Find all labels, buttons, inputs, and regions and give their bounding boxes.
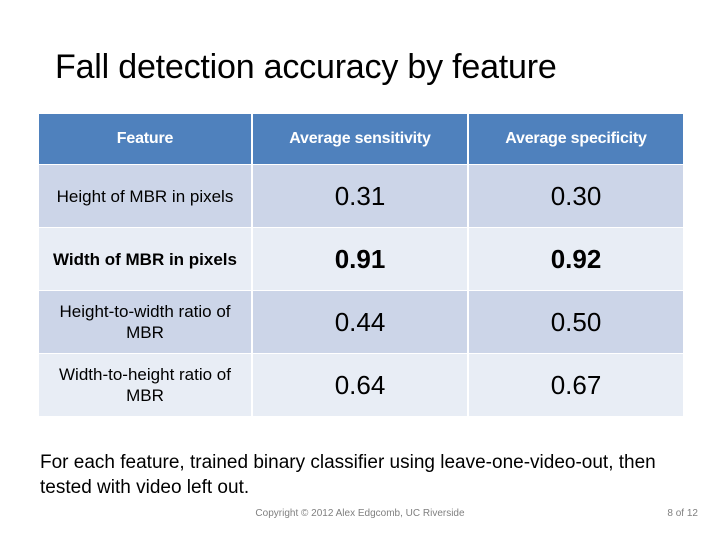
column-header-average-sensitivity: Average sensitivity (253, 114, 467, 164)
cell-feature: Width-to-height ratio of MBR (39, 354, 251, 416)
cell-average-sensitivity: 0.64 (253, 354, 467, 416)
cell-average-sensitivity: 0.91 (253, 228, 467, 290)
cell-average-sensitivity: 0.31 (253, 165, 467, 227)
cell-average-specificity: 0.92 (469, 228, 683, 290)
copyright-notice: Copyright © 2012 Alex Edgcomb, UC Rivers… (255, 508, 465, 519)
cell-feature: Width of MBR in pixels (39, 228, 251, 290)
cell-feature: Height of MBR in pixels (39, 165, 251, 227)
page-title: Fall detection accuracy by feature (55, 48, 557, 86)
cell-average-specificity: 0.30 (469, 165, 683, 227)
column-header-average-specificity: Average specificity (469, 114, 683, 164)
table-header-row: Feature Average sensitivity Average spec… (39, 114, 683, 164)
table-row: Height of MBR in pixels 0.31 0.30 (39, 165, 683, 227)
table-row: Width-to-height ratio of MBR 0.64 0.67 (39, 354, 683, 416)
cell-average-sensitivity: 0.44 (253, 291, 467, 353)
table-row: Width of MBR in pixels 0.91 0.92 (39, 228, 683, 290)
accuracy-table: Feature Average sensitivity Average spec… (37, 113, 685, 417)
table-row: Height-to-width ratio of MBR 0.44 0.50 (39, 291, 683, 353)
page-number: 8 of 12 (667, 508, 698, 519)
column-header-feature: Feature (39, 114, 251, 164)
cell-average-specificity: 0.50 (469, 291, 683, 353)
cell-average-specificity: 0.67 (469, 354, 683, 416)
cell-feature: Height-to-width ratio of MBR (39, 291, 251, 353)
body-paragraph: For each feature, trained binary classif… (40, 452, 656, 498)
slide-canvas: Fall detection accuracy by feature Featu… (0, 0, 720, 540)
